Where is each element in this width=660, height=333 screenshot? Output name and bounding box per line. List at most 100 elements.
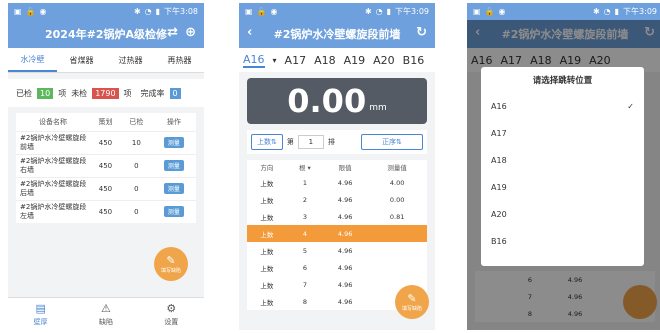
phone-screen-jump-dialog: ▣ 🔒 ◉ ✱ ◔ ▮ 下午3:09 ‹ #2锅炉水冷壁螺旋段前墙 ↻ A16 A17 A… [467,3,660,330]
row-suffix: 排 [327,138,335,146]
value-cell: 0.00 [389,195,405,204]
option-label: A18 [491,156,507,165]
limit-cell: 4.96 [337,178,353,187]
limit-cell: 4.96 [337,280,353,289]
checked-count: 10 [120,130,152,154]
row-controls: 上数⇅ 第 1 排 正序⇅ [247,130,427,154]
position-tab[interactable]: A18 [314,54,336,67]
col-header: 操作 [166,117,181,126]
measure-button[interactable]: 测量 [163,137,184,148]
position-option[interactable]: A17 [481,120,644,147]
measure-button[interactable]: 测量 [163,206,184,218]
nav-label: 缺陷 [98,317,113,326]
checked-count: 0 [120,199,152,223]
col-header: 限值 [338,164,352,172]
unit-label: 项 [123,88,132,98]
position-tab[interactable]: B16 [403,54,425,67]
checked-label: 已检 [16,88,32,98]
table-row: #2锅炉水冷壁螺旋段右墙 450 0 测量 [16,153,196,177]
wifi-icon: ◔ [603,7,611,16]
direction-cell: 上数 [260,179,274,188]
position-option[interactable]: A18 [481,147,644,174]
direction-cell: 上数 [260,298,274,307]
position-option[interactable]: B16 [481,228,644,255]
refresh-icon[interactable]: ↻ [416,25,427,40]
add-defect-fab[interactable]: ✎ 填写缺陷 [154,247,188,281]
root-cell: 2 [302,195,307,204]
chevron-down-icon[interactable]: ▾ [273,56,277,65]
equipment-name: #2锅炉水冷壁螺旋段后墙 [16,176,90,200]
position-tab[interactable]: A16 [243,53,265,68]
root-cell: 7 [302,280,307,289]
root-cell: 6 [302,263,307,272]
clock-text: 下午3:08 [164,7,198,16]
table-row[interactable]: 上数 2 4.96 0.00 [247,191,427,208]
direction-cell: 上数 [247,225,287,242]
position-option[interactable]: A20 [481,201,644,228]
add-defect-fab[interactable]: ✎ 填写缺陷 [395,285,429,319]
fab-label: 填写缺陷 [401,306,422,312]
dialog-title: 请选择跳转位置 [532,76,593,86]
nav-label: 设置 [164,317,179,326]
tab-water-wall[interactable]: 水冷壁 [8,48,57,72]
lock-icon: 🔒 [484,7,495,16]
measurement-display: 0.00 mm [247,78,427,124]
lock-icon: 🔒 [25,7,36,16]
back-icon[interactable]: ‹ [247,25,252,40]
rate-label: 完成率 [140,88,165,98]
notification-icon: ▣ [473,7,481,16]
position-tab[interactable]: A19 [344,54,366,67]
table-row: #2锅炉水冷壁螺旋段后墙 450 0 测量 [16,176,196,200]
checked-count: 0 [120,176,152,200]
tab-superheater[interactable]: 过热器 [106,48,155,72]
limit-cell: 4.96 [337,246,353,255]
edit-icon: ✎ [166,254,176,267]
table-row: #2锅炉水冷壁螺旋段前墙 450 10 测量 [16,130,196,154]
position-tab[interactable]: A17 [285,54,307,67]
swap-icon[interactable]: ⇄ [167,25,178,40]
add-icon[interactable]: ⊕ [185,25,196,40]
tab-reheater[interactable]: 再热器 [155,48,204,72]
nav-thickness[interactable]: ▤ 壁厚 [8,298,73,330]
direction-toggle-button[interactable]: 上数⇅ [251,134,283,150]
equipment-name: #2锅炉水冷壁螺旋段左墙 [16,199,90,223]
nav-settings[interactable]: ⚙ 设置 [139,298,204,330]
android-icon: ◉ [39,7,47,16]
position-option[interactable]: A16 ✓ [481,93,644,120]
fab-label: 填写缺陷 [160,268,181,274]
wifi-icon: ◔ [375,7,383,16]
table-row[interactable]: 上数 6 4.96 [247,259,427,276]
row-number-input[interactable]: 1 [297,135,324,149]
root-cell: 4 [286,225,323,242]
tab-economizer[interactable]: 省煤器 [57,48,106,72]
android-icon: ◉ [270,7,278,16]
value-cell [367,225,427,242]
col-header: 方向 [260,164,274,172]
position-tab[interactable]: A20 [373,54,395,67]
nav-defects[interactable]: ⚠ 缺陷 [73,298,138,330]
notification-icon: ▣ [14,7,22,16]
checked-count: 0 [120,153,152,177]
equipment-table: 设备名称 策划 已检 操作 #2锅炉水冷壁螺旋段前墙 450 10 测量 #2锅… [16,113,196,223]
chevron-down-icon[interactable]: ▾ [308,164,311,172]
android-icon: ◉ [498,7,506,16]
measure-button[interactable]: 测量 [163,183,184,194]
table-row[interactable]: 上数 1 4.96 4.00 [247,174,427,191]
col-header: 设备名称 [39,117,67,126]
table-row[interactable]: 上数 3 4.96 0.81 [247,208,427,225]
lock-icon: 🔒 [256,7,267,16]
root-cell: 3 [302,212,307,221]
status-bar: ▣ 🔒 ◉ ✱ ◔ ▮ 下午3:09 [467,3,660,20]
equipment-name: #2锅炉水冷壁螺旋段前墙 [16,130,90,154]
limit-cell: 4.96 [337,212,353,221]
position-option[interactable]: A19 [481,174,644,201]
value-cell [367,242,427,259]
option-label: A16 [491,102,507,111]
table-row-selected[interactable]: 上数 4 4.96 [247,225,427,242]
unit-label: 项 [58,88,67,98]
wifi-icon: ◔ [144,7,152,16]
order-toggle-button[interactable]: 正序⇅ [361,134,423,150]
table-row[interactable]: 上数 5 4.96 [247,242,427,259]
table-row: #2锅炉水冷壁螺旋段左墙 450 0 测量 [16,199,196,223]
measure-button[interactable]: 测量 [163,160,184,171]
